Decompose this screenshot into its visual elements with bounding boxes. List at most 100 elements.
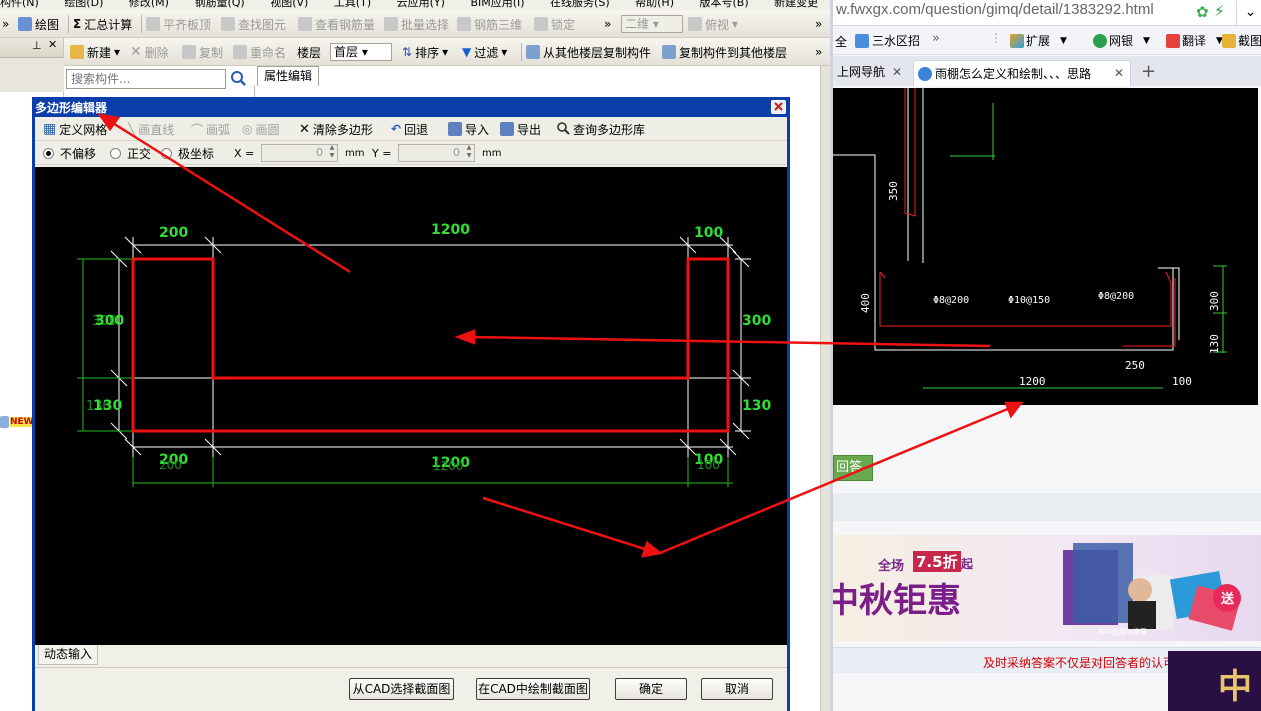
promo-text: 全场 — [878, 559, 905, 574]
toolbar-overflow-icon[interactable]: » — [815, 15, 822, 33]
menu-item[interactable]: 工具(T) — [334, 0, 371, 9]
answer-section: 回答 — [833, 405, 1261, 535]
new-button[interactable]: 新建 ▾ — [70, 43, 120, 61]
browser-tab-2[interactable]: 雨棚怎么定义和绘制、、、思路 ✕ — [913, 60, 1131, 86]
copy-button[interactable]: 复制 — [182, 43, 223, 61]
corner-ad-image[interactable]: 中 — [1168, 651, 1261, 711]
main-toolbar: » 绘图 Σ 汇总计算 平齐板顶 查找图元 查看钢筋量 批量选择 钢筋三维 锁定… — [0, 10, 830, 38]
draw-circle-button[interactable]: ◎ 画圆 — [242, 120, 280, 138]
address-bar[interactable]: w.fwxgx.com/question/gimq/detail/1383292… — [833, 0, 1261, 26]
polar-radio[interactable]: 极坐标 — [161, 144, 214, 162]
view-angle-icon — [688, 17, 702, 31]
polygon-shape[interactable] — [131, 257, 730, 433]
lightning-icon[interactable]: ⚡ — [1214, 2, 1225, 20]
browser-tab-1[interactable]: 上网导航 ✕ — [833, 60, 911, 86]
menu-item[interactable]: 绘图(D) — [64, 0, 103, 9]
grid-icon: ▦ — [43, 121, 57, 137]
copy-to-floor-button[interactable]: 复制构件到其他楼层 — [662, 43, 787, 61]
rename-button[interactable]: 重命名 — [233, 43, 286, 61]
no-offset-radio[interactable]: 不偏移 — [43, 144, 96, 162]
tab-property-edit[interactable]: 属性编辑 — [257, 66, 319, 86]
copy-icon — [182, 45, 196, 59]
sum-calc-button[interactable]: Σ 汇总计算 — [73, 15, 132, 33]
url-text: w.fwxgx.com/question/gimq/detail/1383292… — [836, 1, 1154, 18]
align-top-icon — [146, 17, 160, 31]
menu-item[interactable]: 云应用(Y) — [397, 0, 445, 9]
polygon-canvas[interactable]: 200 1200 100 300 300 300 130 130 130 200… — [35, 167, 787, 645]
draw-arc-button[interactable]: ⌒ 画弧 — [191, 120, 230, 138]
menu-item[interactable]: 新建变更 — [774, 0, 818, 9]
filter-button[interactable]: ▼ 过滤 ▾ — [462, 43, 507, 61]
close-icon[interactable]: ✕ — [48, 38, 57, 51]
query-polygon-lib-button[interactable]: 查询多边形库 — [556, 120, 645, 138]
export-button[interactable]: 导出 — [500, 120, 541, 138]
delete-button[interactable]: ✕ 删除 — [130, 43, 169, 61]
copy-from-floor-button[interactable]: 从其他楼层复制构件 — [526, 43, 651, 61]
close-icon[interactable]: ✕ — [1114, 61, 1124, 85]
toolbar-overflow-icon[interactable]: » — [815, 43, 822, 61]
menu-item[interactable]: 帮助(H) — [635, 0, 674, 9]
define-grid-button[interactable]: ▦ 定义网格 — [43, 120, 107, 138]
chevron-down-icon[interactable]: ⌄ — [1236, 0, 1261, 26]
search-input[interactable] — [66, 69, 226, 89]
undo-icon: ↶ — [391, 122, 402, 136]
new-tab-button[interactable]: + — [1137, 60, 1156, 86]
bookmark-icon — [855, 33, 869, 48]
draw-button[interactable]: 绘图 — [18, 15, 59, 33]
cancel-button[interactable]: 取消 — [701, 678, 773, 700]
menu-item[interactable]: 版本号(B) — [699, 0, 748, 9]
close-icon[interactable] — [771, 100, 786, 114]
toolbar-overflow-icon[interactable]: » — [2, 15, 9, 33]
tab-dynamic-input[interactable]: 动态输入 — [38, 645, 98, 665]
screenshot-button[interactable]: 截图 — [1222, 32, 1261, 49]
promo-banner[interactable]: 全场 7.5折 起 中秋钜惠 送 BIM应用与发展 — [833, 535, 1261, 641]
y-unit: mm — [482, 147, 502, 159]
ortho-radio[interactable]: 正交 — [110, 144, 151, 162]
align-top-button[interactable]: 平齐板顶 — [146, 15, 211, 33]
batch-select-button[interactable]: 批量选择 — [384, 15, 449, 33]
menu-item[interactable]: 视图(V) — [270, 0, 308, 9]
clear-polygon-button[interactable]: ✕ 清除多边形 — [299, 120, 373, 138]
refresh-icon[interactable]: ✿ — [1196, 3, 1209, 21]
search-icon[interactable] — [228, 69, 248, 89]
menu-item[interactable]: BIM应用(I) — [470, 0, 524, 9]
menu-item[interactable]: 钢筋量(Q) — [194, 0, 244, 9]
toolbar-overflow-icon[interactable]: » — [604, 15, 611, 33]
lock-button[interactable]: 锁定 — [534, 15, 575, 33]
more-dots-icon[interactable]: ⋮ — [990, 31, 1002, 45]
menu-item[interactable]: 构件(N) — [0, 0, 39, 9]
x-spinner[interactable]: ▲ ▼ — [327, 144, 337, 162]
site-icon — [918, 66, 932, 81]
select-from-cad-button[interactable]: 从CAD选择截面图 — [349, 678, 454, 700]
translate-button[interactable]: 翻译 ▼ — [1166, 32, 1223, 49]
view-angle-select[interactable]: 俯视 ▾ — [688, 15, 738, 33]
menu-item[interactable]: 在线服务(S) — [550, 0, 610, 9]
promo-send: 送 — [1221, 592, 1235, 607]
sort-button[interactable]: ⇅ 排序 ▾ — [402, 43, 448, 61]
close-icon[interactable]: ✕ — [892, 60, 902, 84]
bookmark-all[interactable]: 全 — [835, 33, 847, 50]
ok-button[interactable]: 确定 — [615, 678, 687, 700]
pin-icon[interactable]: ⊥ — [32, 39, 42, 52]
y-spinner[interactable]: ▲ ▼ — [464, 144, 474, 162]
draw-line-button[interactable]: ╲ 画直线 — [128, 120, 174, 138]
dimension-lines — [110, 236, 751, 457]
undo-button[interactable]: ↶ 回退 — [391, 120, 428, 138]
bookmark-sanshui[interactable]: 三水区招 — [855, 32, 920, 49]
component-toolbar: 新建 ▾ ✕ 删除 复制 重命名 楼层 首层 ▾ ⇅ 排序 ▾ ▼ 过滤 ▾ 从 — [0, 38, 830, 66]
arc-icon: ⌒ — [191, 122, 204, 137]
view-rebar-button[interactable]: 查看钢筋量 — [298, 15, 375, 33]
rebar-3d-button[interactable]: 钢筋三维 — [457, 15, 522, 33]
bookmarks-more[interactable]: » — [932, 31, 940, 46]
draw-in-cad-button[interactable]: 在CAD中绘制截面图 — [476, 678, 590, 700]
import-button[interactable]: 导入 — [448, 120, 489, 138]
floor-select[interactable]: 首层 ▾ — [330, 43, 392, 61]
find-element-button[interactable]: 查找图元 — [221, 15, 286, 33]
extensions-button[interactable]: 扩展 ▼ — [1010, 32, 1067, 49]
offset-toolbar: 不偏移 正交 极坐标 X = 0 ▲ ▼ mm Y = 0 ▲ ▼ mm — [35, 141, 787, 165]
menu-item[interactable]: 修改(M) — [129, 0, 169, 9]
bank-button[interactable]: 网银 ▼ — [1093, 32, 1150, 49]
vertical-scrollbar[interactable] — [820, 66, 830, 711]
view-mode-select[interactable]: 二维 ▾ — [621, 15, 683, 33]
answer-button[interactable]: 回答 — [833, 455, 873, 481]
